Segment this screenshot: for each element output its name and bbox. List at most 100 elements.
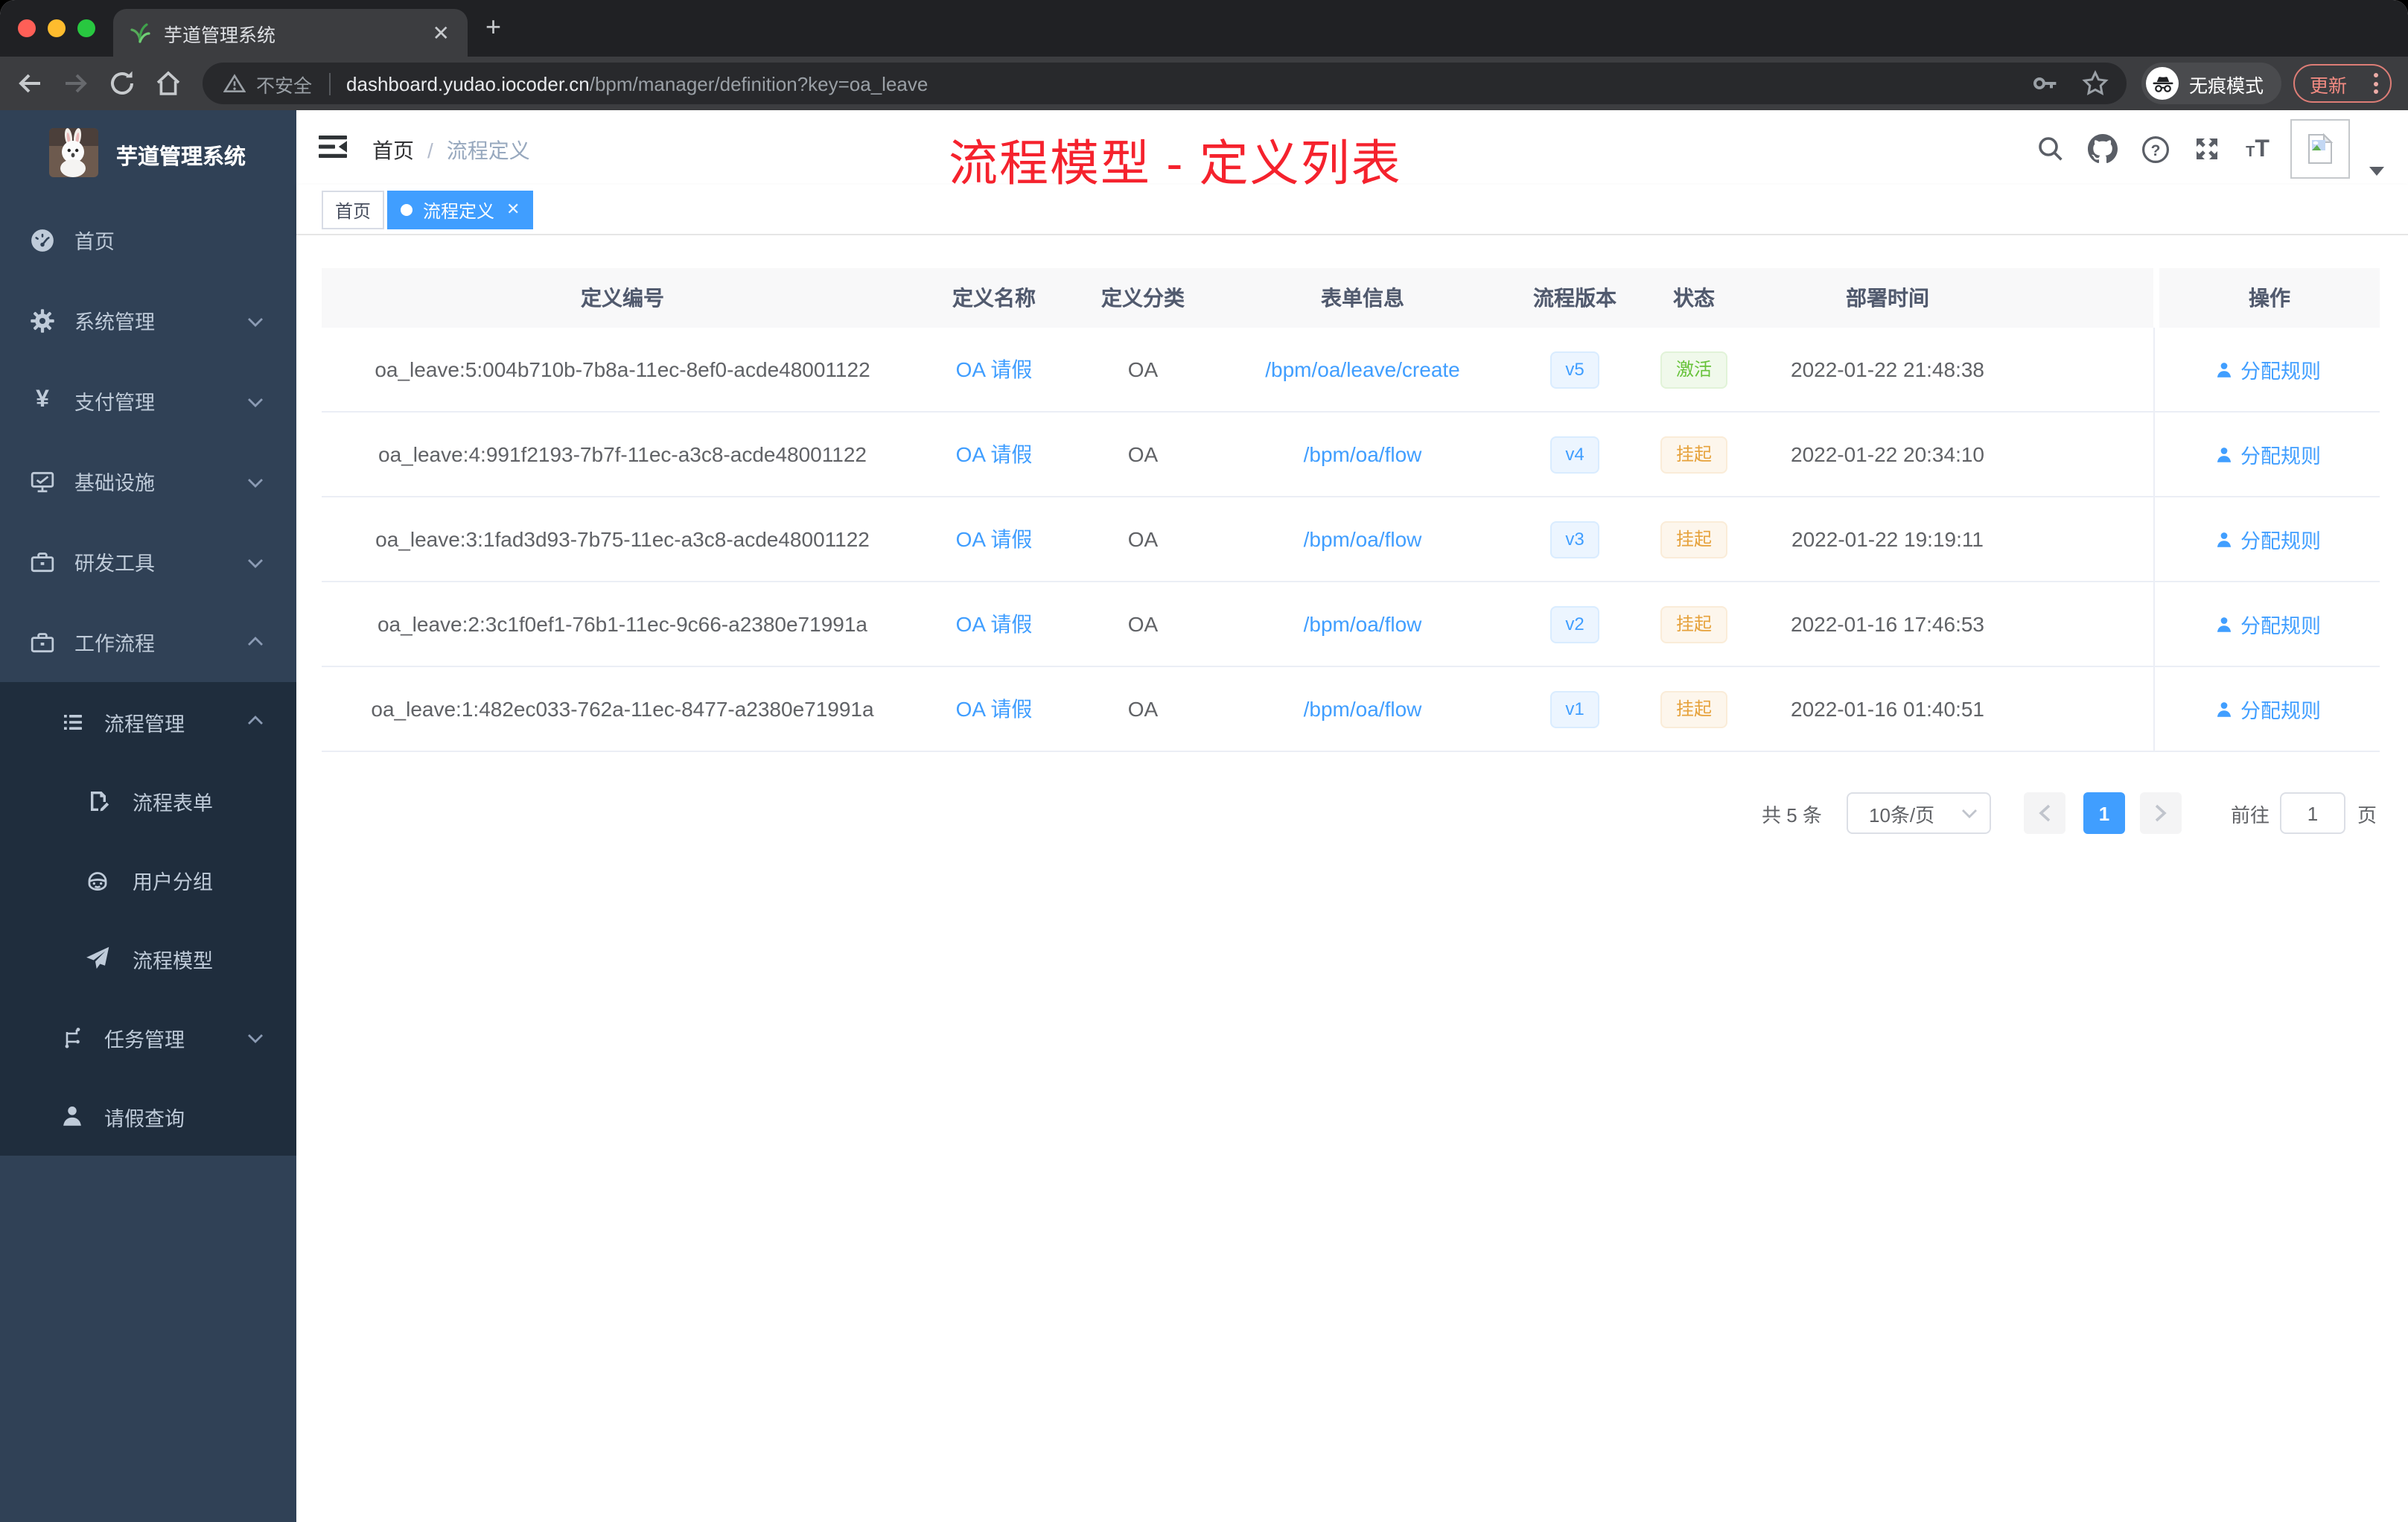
assign-rule-link[interactable]: 分配规则 [2214, 694, 2321, 724]
cell-category: OA [1127, 527, 1159, 551]
minimize-window-button[interactable] [48, 19, 66, 37]
tag-label: 流程定义 [423, 200, 495, 221]
breadcrumb-home[interactable]: 首页 [372, 136, 414, 165]
sidebar-item-process-form[interactable]: 流程表单 [0, 761, 296, 840]
chevron-right-icon [2155, 804, 2167, 822]
col-header-actions: 操作 [2153, 268, 2380, 328]
incognito-label: 无痕模式 [2189, 75, 2264, 96]
col-header-status: 状态 [1673, 286, 1715, 310]
forward-button[interactable] [61, 69, 91, 98]
sidebar-item-user-group[interactable]: 用户分组 [0, 840, 296, 919]
goto-page-input[interactable] [2280, 792, 2345, 834]
definition-name-link[interactable]: OA 请假 [956, 439, 1033, 469]
browser-tab[interactable]: 芋道管理系统 ✕ [113, 9, 468, 57]
cell-category: OA [1127, 357, 1159, 381]
cell-deploy-time: 2022-01-16 01:40:51 [1791, 697, 1984, 721]
fullscreen-icon[interactable] [2192, 134, 2222, 164]
sidebar-item-workflow[interactable]: 工作流程 [0, 602, 296, 682]
chrome-update-button[interactable]: 更新 [2293, 64, 2392, 103]
status-badge: 挂起 [1660, 690, 1727, 727]
form-link[interactable]: /bpm/oa/flow [1304, 442, 1422, 466]
tag-process-definition[interactable]: 流程定义 ✕ [387, 191, 534, 229]
sidebar-item-label: 任务管理 [104, 1028, 185, 1051]
cell-deploy-time: 2022-01-22 20:34:10 [1791, 442, 1984, 466]
help-icon[interactable]: ? [2140, 134, 2170, 164]
sidebar-item-process-management[interactable]: 流程管理 [0, 682, 296, 761]
sidebar-item-label: 研发工具 [74, 553, 155, 575]
sidebar-item-infrastructure[interactable]: 基础设施 [0, 441, 296, 521]
table-row: oa_leave:3:1fad3d93-7b75-11ec-a3c8-acde4… [322, 497, 2380, 582]
yen-icon: ¥ [36, 387, 49, 413]
definition-name-link[interactable]: OA 请假 [956, 694, 1033, 724]
assign-rule-link[interactable]: 分配规则 [2214, 354, 2321, 384]
sidebar-item-task-management[interactable]: 任务管理 [0, 998, 296, 1077]
back-button[interactable] [15, 69, 45, 98]
reload-button[interactable] [107, 69, 137, 98]
form-link[interactable]: /bpm/oa/leave/create [1265, 357, 1460, 381]
search-icon[interactable] [2036, 134, 2065, 164]
tag-home[interactable]: 首页 [322, 191, 385, 229]
definition-table: 定义编号 定义名称 定义分类 表单信息 流程版本 状态 部署时间 操作 oa_l… [322, 268, 2380, 752]
col-header-filler [2033, 268, 2153, 328]
security-label[interactable]: 不安全 [256, 69, 312, 98]
incognito-badge: 无痕模式 [2141, 63, 2281, 104]
url-host: dashboard.yudao.iocoder.cn [346, 72, 590, 95]
bookmark-star-icon[interactable] [2082, 70, 2109, 97]
avatar-caret-down-icon[interactable] [2369, 156, 2384, 183]
zoom-window-button[interactable] [77, 19, 95, 37]
new-tab-button[interactable]: + [485, 12, 501, 42]
svg-text:?: ? [2150, 141, 2160, 159]
definition-name-link[interactable]: OA 请假 [956, 524, 1033, 554]
definition-name-link[interactable]: OA 请假 [956, 609, 1033, 639]
browser-menu-kebab-icon[interactable] [2374, 73, 2378, 94]
tab-close-icon[interactable]: ✕ [430, 20, 453, 45]
cell-category: OA [1127, 442, 1159, 466]
page-size-select[interactable]: 10条/页 [1847, 792, 1991, 834]
page-unit-label: 页 [2357, 803, 2377, 826]
page-navbar: 首页 / 流程定义 流程模型 - 定义列表 ? TT [296, 110, 2408, 191]
sidebar-item-system[interactable]: 系统管理 [0, 280, 296, 360]
not-secure-warning-icon [223, 74, 246, 92]
address-bar[interactable]: 不安全 dashboard.yudao.iocoder.cn/bpm/manag… [203, 63, 2127, 104]
sidebar-submenu-workflow: 流程管理 流程表单 用户分组 流程模型 任务管理 请假查询 [0, 682, 296, 1156]
sidebar-item-home[interactable]: 首页 [0, 200, 296, 280]
form-link[interactable]: /bpm/oa/flow [1304, 697, 1422, 721]
sidebar-item-label: 首页 [74, 231, 115, 253]
user-icon [2216, 532, 2231, 547]
sidebar-item-process-model[interactable]: 流程模型 [0, 919, 296, 998]
url-path: /bpm/manager/definition?key=oa_leave [589, 72, 929, 95]
sidebar-item-label: 支付管理 [74, 392, 155, 414]
form-link[interactable]: /bpm/oa/flow [1304, 612, 1422, 636]
col-header-id: 定义编号 [581, 286, 664, 310]
prev-page-button[interactable] [2024, 792, 2065, 834]
home-button[interactable] [153, 69, 183, 98]
user-icon [2216, 701, 2231, 716]
cell-definition-id: oa_leave:2:3c1f0ef1-76b1-11ec-9c66-a2380… [377, 612, 867, 636]
window-controls[interactable] [18, 19, 95, 37]
sidebar-item-dev-tools[interactable]: 研发工具 [0, 521, 296, 602]
form-link[interactable]: /bpm/oa/flow [1304, 527, 1422, 551]
pagination: 共 5 条 10条/页 1 前往 页 [296, 792, 2408, 840]
update-label[interactable]: 更新 [2310, 69, 2347, 98]
font-size-icon[interactable]: TT [2243, 134, 2272, 164]
assign-rule-link[interactable]: 分配规则 [2214, 609, 2321, 639]
page-number-button[interactable]: 1 [2083, 792, 2125, 834]
chevron-down-icon [1962, 809, 1977, 818]
user-avatar[interactable] [2290, 119, 2350, 179]
list-icon [60, 709, 85, 734]
cell-category: OA [1127, 697, 1159, 721]
chevron-down-icon [247, 389, 264, 412]
definition-name-link[interactable]: OA 请假 [956, 354, 1033, 384]
sidebar-item-leave-query[interactable]: 请假查询 [0, 1077, 296, 1156]
assign-rule-link[interactable]: 分配规则 [2214, 524, 2321, 554]
key-icon[interactable] [2031, 70, 2058, 97]
sidebar-item-label: 流程模型 [133, 949, 213, 972]
collapse-sidebar-icon[interactable] [319, 134, 347, 167]
close-window-button[interactable] [18, 19, 36, 37]
sidebar-item-payment[interactable]: ¥ 支付管理 [0, 360, 296, 441]
tag-close-icon[interactable]: ✕ [506, 201, 520, 218]
monitor-icon [30, 468, 55, 494]
github-icon[interactable] [2088, 134, 2118, 164]
next-page-button[interactable] [2140, 792, 2182, 834]
assign-rule-link[interactable]: 分配规则 [2214, 439, 2321, 469]
